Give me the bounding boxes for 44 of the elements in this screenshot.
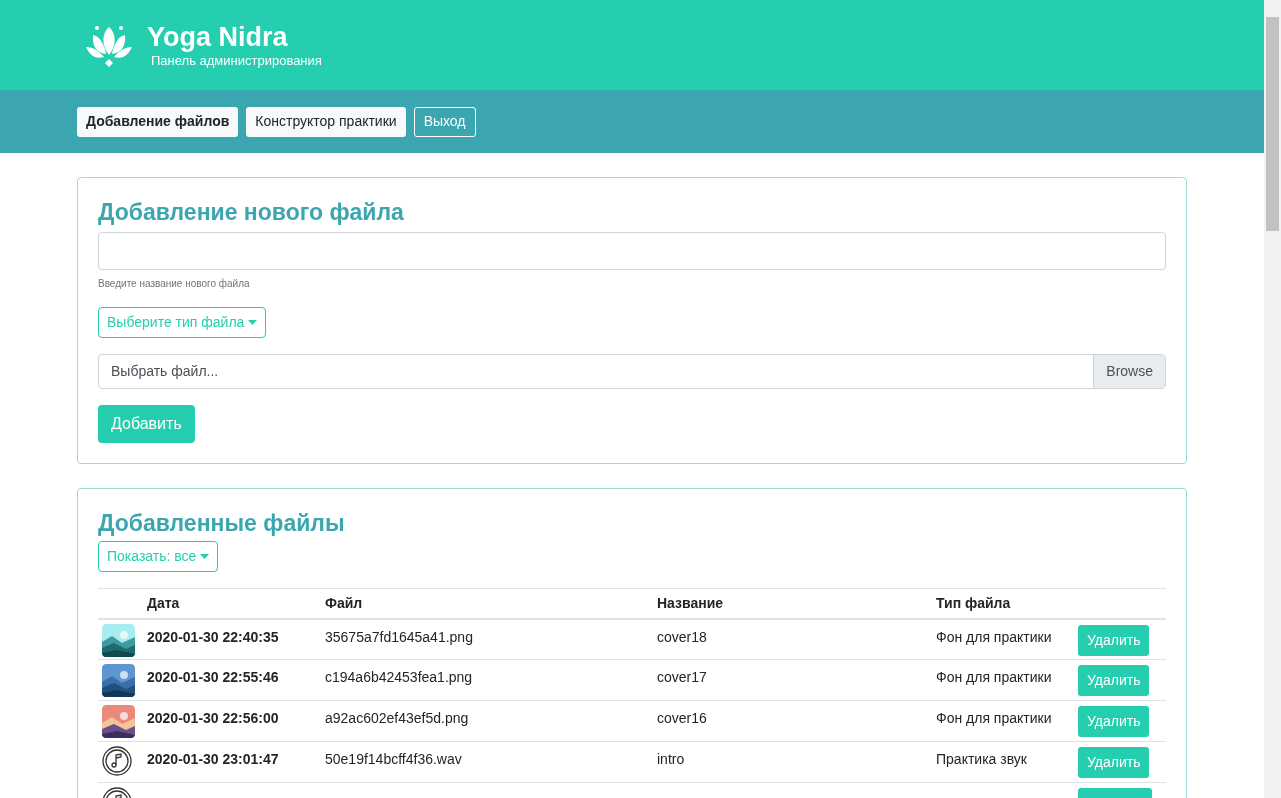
delete-button[interactable]: Удалить [1078,624,1150,656]
file-type-cell: Фон для практики [936,628,1052,645]
nav-tab[interactable]: Выход [413,106,476,137]
app-subtitle: Панель администрирования [150,53,322,69]
title-cell: intro [657,751,685,767]
add-button[interactable]: Добавить [98,405,195,443]
file-type-cell: Практика звук [936,751,1027,767]
nav-tab[interactable]: Конструктор практики [246,106,406,137]
column-header: Дата [147,594,180,611]
file-name-cell: a92ac602ef43ef5d.png [325,710,469,726]
nav-tab[interactable]: Добавление файлов [77,106,239,137]
title-cell: cover17 [657,669,707,685]
app-title: Yoga Nidra [147,21,289,53]
caret-icon [200,554,210,559]
file-type-cell: Фон для практики [936,710,1052,726]
lotus-logo-icon [85,23,133,67]
delete-button[interactable]: Удалить [1078,747,1150,778]
caret-icon [248,320,258,325]
column-header: Файл [325,594,363,611]
file-input-field[interactable]: Выбрать файл... Browse [98,354,1166,389]
filter-dropdown[interactable]: Показать: все [98,541,219,572]
date-cell: 2020-01-30 22:56:00 [147,710,279,726]
file-name-cell: 50e19f14bcff4f36.wav [325,751,462,767]
file-type-dropdown[interactable]: Выберите тип файла [98,307,267,338]
help-text: Введите название нового файла [98,277,251,291]
title-cell: cover18 [657,628,707,645]
section-heading: Добавление нового файла [98,198,405,226]
column-header: Название [657,594,724,611]
file-name-cell: c194a6b42453fea1.png [325,669,473,685]
music-note-icon [102,746,132,776]
delete-button[interactable]: Удалить [1078,706,1150,737]
date-cell: 2020-01-30 22:55:46 [147,669,279,685]
date-cell: 2020-01-30 23:01:47 [147,751,279,767]
section-heading: Добавленные файлы [98,509,346,537]
file-placeholder: Выбрать файл... [110,362,220,381]
name-input-field[interactable] [98,232,1166,270]
scrollbar[interactable] [1264,0,1281,798]
column-header: Тип файла [936,594,1011,611]
delete-button[interactable]: Удалить [1078,665,1150,696]
browse-button[interactable]: Browse [1093,355,1165,388]
date-cell: 2020-01-30 22:40:35 [147,628,279,645]
file-name-cell: 35675a7fd1645a41.png [325,628,473,645]
file-type-cell: Фон для практики [936,669,1052,685]
title-cell: cover16 [657,710,707,726]
